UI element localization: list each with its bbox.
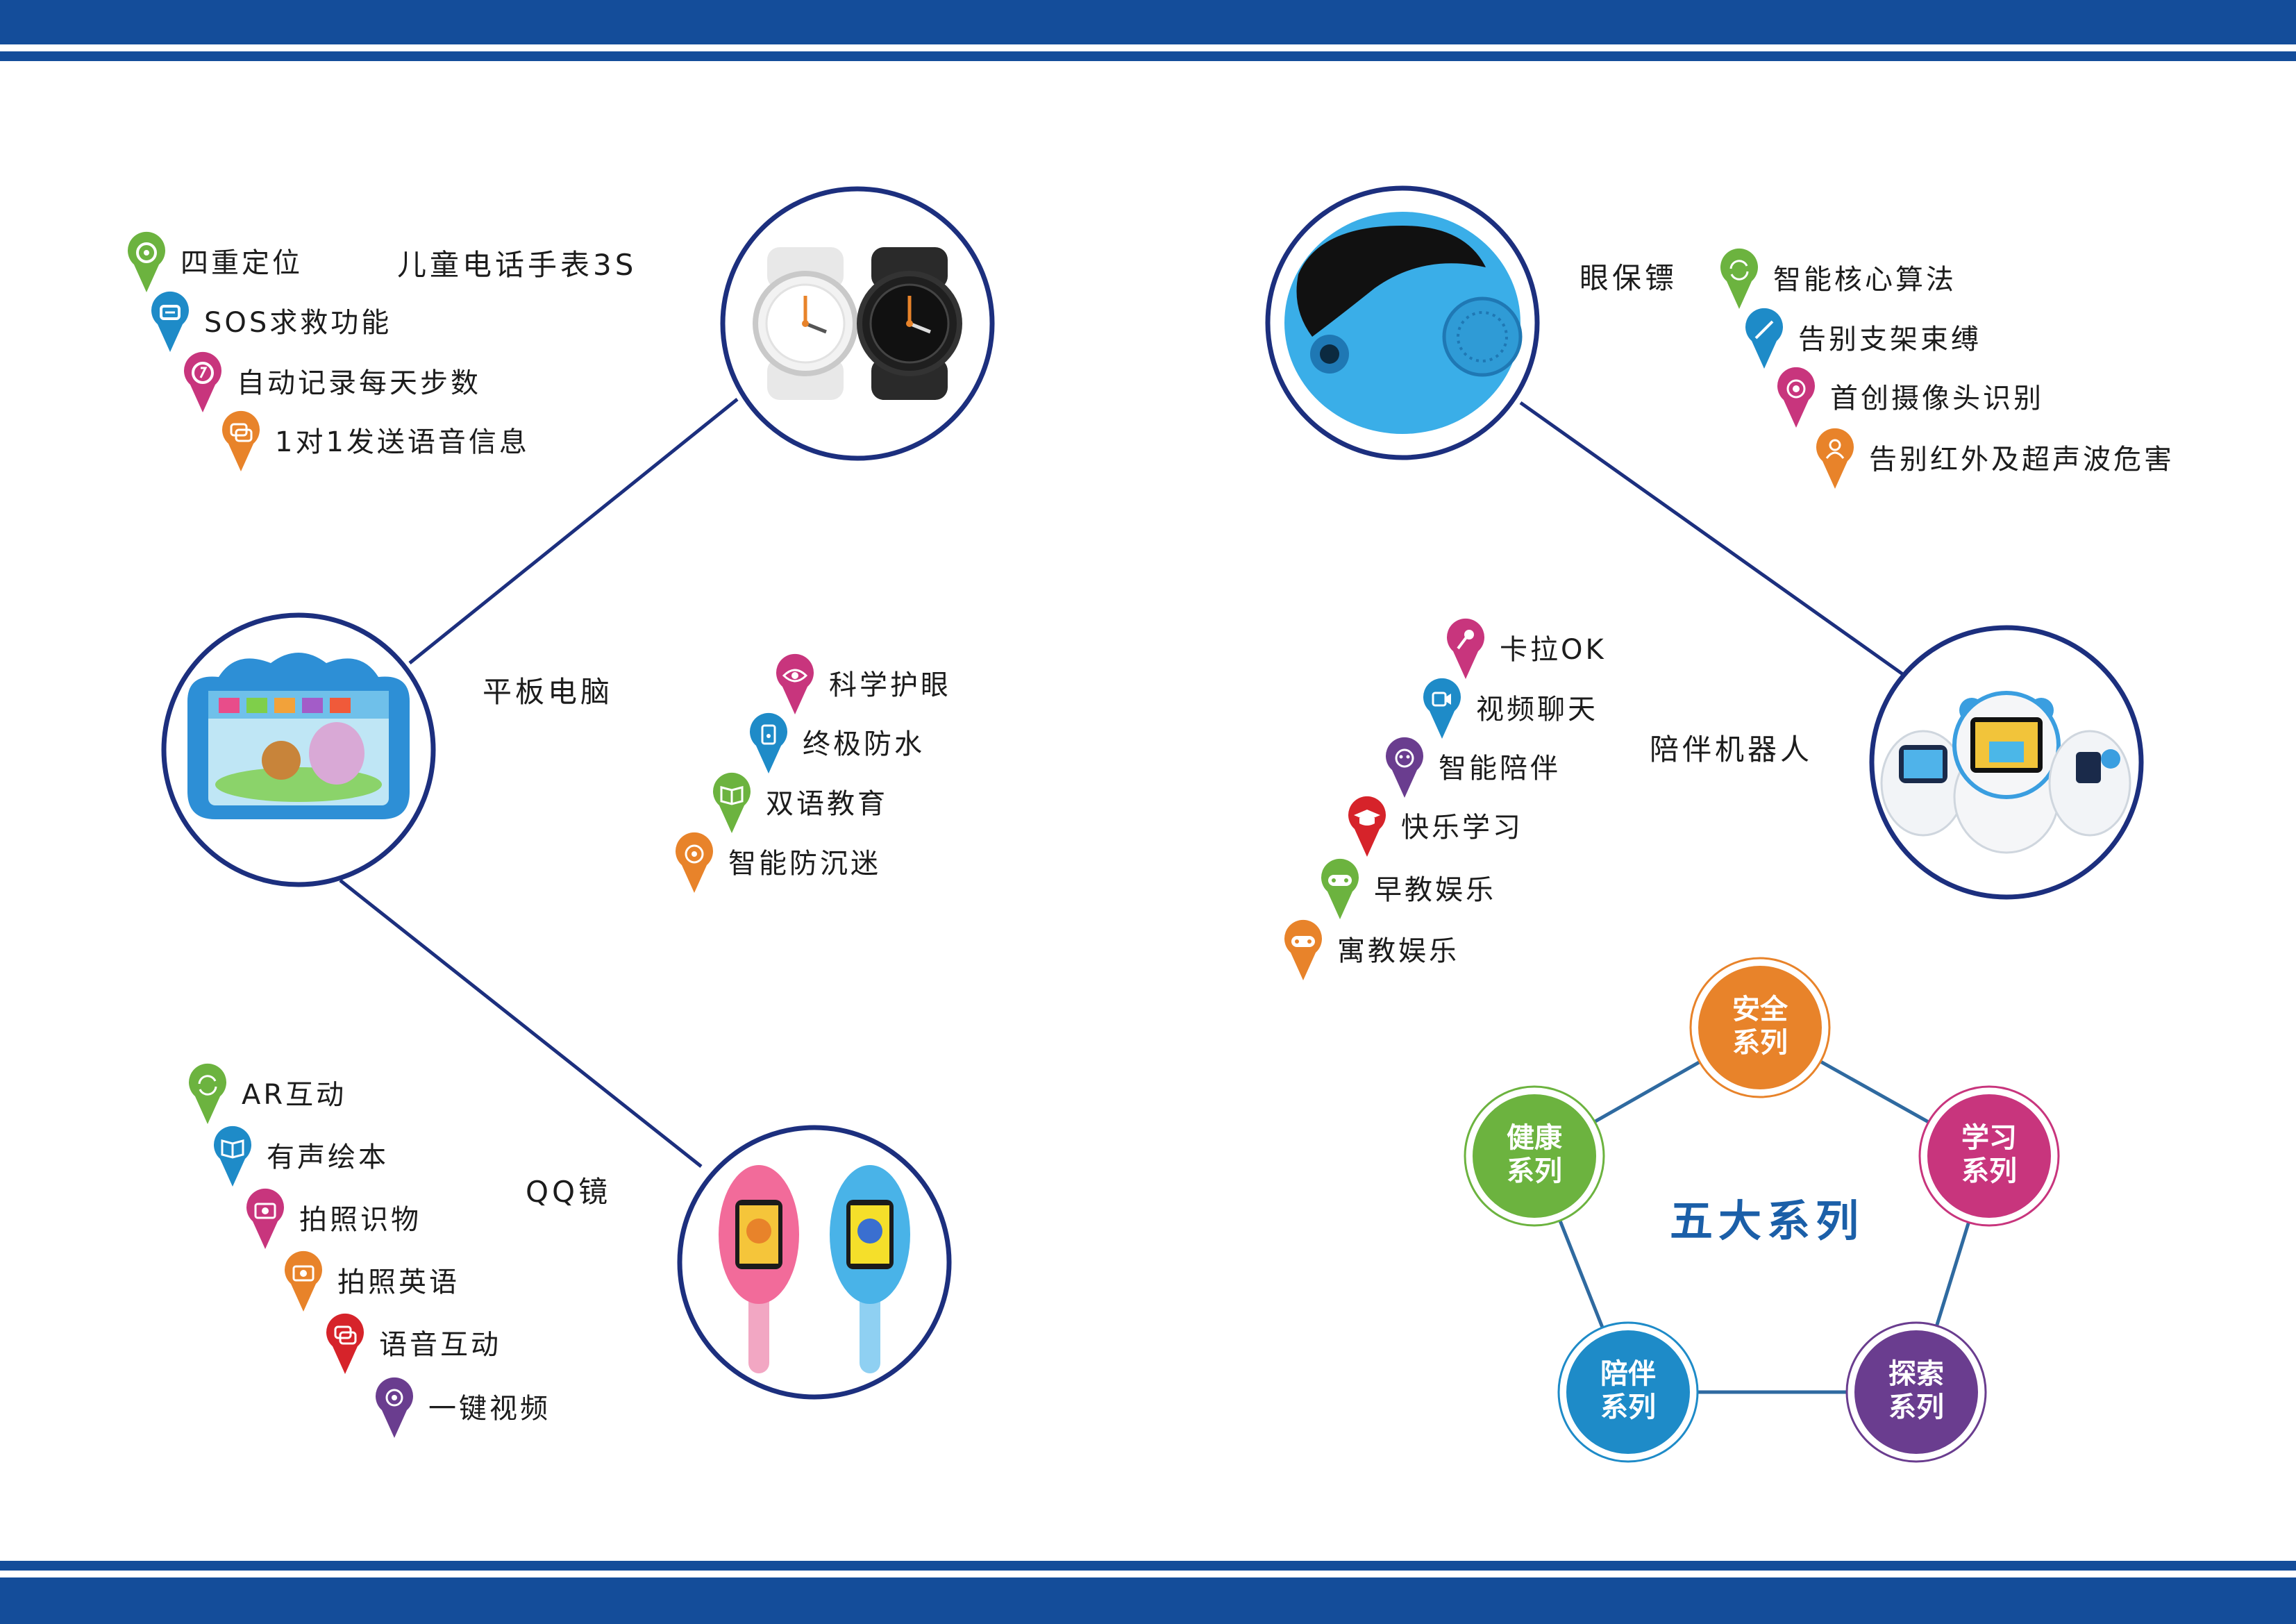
companion-icon xyxy=(1386,737,1423,798)
feature-label: 早教娱乐 xyxy=(1374,874,1496,906)
video-icon xyxy=(376,1377,413,1438)
qq-mirror-product-image xyxy=(677,1125,952,1400)
list-item: 告别支架束缚 xyxy=(1745,303,1981,370)
feature-label: SOS求救功能 xyxy=(204,307,392,339)
robot-product-image xyxy=(1869,625,2144,900)
list-item: 视频聊天 xyxy=(1423,673,1598,740)
feature-label: 告别支架束缚 xyxy=(1798,324,1981,355)
feature-label: 一键视频 xyxy=(428,1393,551,1425)
feature-label: AR互动 xyxy=(242,1079,347,1111)
location-icon xyxy=(128,231,165,292)
video-chat-icon xyxy=(1423,678,1461,739)
camera-icon xyxy=(285,1250,322,1312)
list-item: 语音互动 xyxy=(326,1309,501,1375)
refresh-icon xyxy=(189,1063,226,1124)
robot-title: 陪伴机器人 xyxy=(1650,733,1813,767)
list-item: 卡拉OK xyxy=(1447,614,1607,680)
feature-label: 智能陪伴 xyxy=(1439,753,1561,785)
feature-label: 视频聊天 xyxy=(1476,694,1598,726)
list-item: 寓教娱乐 xyxy=(1284,915,1459,982)
list-item: 科学护眼 xyxy=(776,649,951,716)
series-node-companion: 陪伴 系列 xyxy=(1557,1321,1699,1463)
chat-icon xyxy=(326,1313,364,1374)
feature-label: 智能核心算法 xyxy=(1773,264,1956,296)
list-item: 智能陪伴 xyxy=(1386,733,1561,799)
series-node-explore: 探索 系列 xyxy=(1845,1321,1987,1463)
person-icon xyxy=(1816,428,1854,489)
series-node-label: 学习 xyxy=(1961,1122,2017,1154)
list-item: 快乐学习 xyxy=(1348,792,1523,858)
feature-label: 1对1发送语音信息 xyxy=(275,426,530,458)
gamepad-icon xyxy=(1284,919,1322,980)
timer-icon xyxy=(676,832,713,893)
watch-title: 儿童电话手表3S xyxy=(397,248,637,282)
lens-icon xyxy=(1777,367,1815,428)
list-item: 终极防水 xyxy=(750,708,925,775)
open-book-icon xyxy=(214,1125,251,1187)
series-node-health: 健康 系列 xyxy=(1464,1085,1605,1227)
list-item: 四重定位 xyxy=(128,227,303,294)
series-node-label: 探索 xyxy=(1888,1358,1944,1390)
waterproof-icon xyxy=(750,712,787,773)
five-series-title: 五大系列 xyxy=(1670,1196,1864,1246)
sos-icon xyxy=(151,291,189,352)
series-node-label: 健康 xyxy=(1507,1122,1562,1154)
book-icon xyxy=(713,772,751,833)
feature-label: 自动记录每天步数 xyxy=(237,367,481,399)
list-item: 智能防沉迷 xyxy=(676,828,881,894)
feature-label: 四重定位 xyxy=(181,247,303,279)
feature-label: 快乐学习 xyxy=(1401,812,1523,844)
feature-label: 告别红外及超声波危害 xyxy=(1869,444,2175,476)
tablet-title: 平板电脑 xyxy=(483,675,614,709)
feature-label: 首创摄像头识别 xyxy=(1830,383,2044,415)
eye-guard-product-image xyxy=(1265,185,1540,460)
series-node-learning: 学习 系列 xyxy=(1918,1085,2060,1227)
list-item: 自动记录每天步数 xyxy=(184,347,481,414)
list-item: 告别红外及超声波危害 xyxy=(1816,424,2175,490)
refresh-icon xyxy=(1720,248,1758,309)
list-item: 拍照英语 xyxy=(285,1246,460,1313)
list-item: 拍照识物 xyxy=(246,1184,421,1250)
eye-icon xyxy=(776,653,814,714)
microphone-icon xyxy=(1447,618,1484,679)
series-node-label: 系列 xyxy=(1888,1391,1944,1423)
chat-icon xyxy=(222,410,260,471)
list-item: 早教娱乐 xyxy=(1321,854,1496,921)
gamepad-icon xyxy=(1321,858,1359,919)
series-node-label: 陪伴 xyxy=(1600,1358,1656,1390)
feature-label: 拍照识物 xyxy=(299,1204,421,1236)
tablet-product-image xyxy=(161,612,436,887)
list-item: SOS求救功能 xyxy=(151,287,392,353)
graduation-cap-icon xyxy=(1348,796,1386,857)
feature-label: 有声绘本 xyxy=(267,1141,389,1173)
eye-guard-title: 眼保镖 xyxy=(1579,261,1678,295)
list-item: AR互动 xyxy=(189,1059,346,1125)
list-item: 1对1发送语音信息 xyxy=(222,406,530,473)
series-node-label: 系列 xyxy=(1961,1155,2017,1187)
list-item: 智能核心算法 xyxy=(1720,244,1956,310)
series-node-label: 系列 xyxy=(1507,1155,1562,1187)
feature-label: 科学护眼 xyxy=(829,669,951,701)
list-item: 首创摄像头识别 xyxy=(1777,362,2044,429)
watch-product-image xyxy=(720,186,995,461)
series-node-label: 安全 xyxy=(1732,994,1788,1026)
series-node-label: 系列 xyxy=(1732,1027,1788,1059)
pen-icon xyxy=(1745,308,1783,369)
feature-label: 拍照英语 xyxy=(337,1266,460,1298)
steps-icon xyxy=(184,351,221,412)
feature-label: 智能防沉迷 xyxy=(728,848,881,880)
feature-label: 双语教育 xyxy=(766,788,888,820)
feature-label: 卡拉OK xyxy=(1500,634,1607,666)
feature-label: 语音互动 xyxy=(379,1329,501,1361)
five-series-diagram: 安全 系列 学习 系列 探索 系列 陪伴 系列 健康 系列 五大系列 xyxy=(1464,957,2060,1463)
list-item: 双语教育 xyxy=(713,768,888,835)
camera-icon xyxy=(246,1188,284,1249)
series-node-label: 系列 xyxy=(1600,1391,1656,1423)
series-node-safety: 安全 系列 xyxy=(1689,957,1831,1098)
feature-label: 寓教娱乐 xyxy=(1337,935,1459,967)
feature-label: 终极防水 xyxy=(803,728,925,760)
list-item: 有声绘本 xyxy=(214,1121,389,1188)
qq-mirror-title: QQ镜 xyxy=(526,1175,612,1209)
list-item: 一键视频 xyxy=(376,1373,551,1439)
